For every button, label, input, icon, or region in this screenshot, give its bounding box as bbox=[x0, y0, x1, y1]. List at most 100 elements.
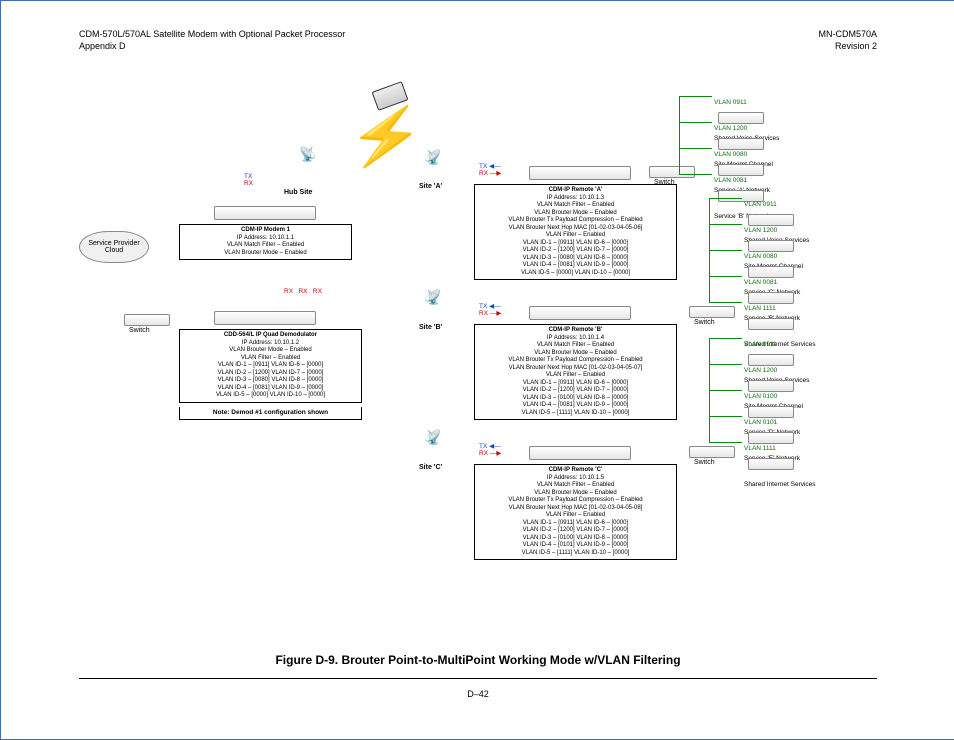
vlan-id: VLAN 0081 bbox=[744, 279, 777, 286]
hub-modem-device bbox=[214, 206, 316, 220]
tx-label: TX bbox=[479, 303, 487, 310]
remote-a-v4: VLAN ID-4 – [0081] VLAN ID-9 – [0000] bbox=[478, 262, 673, 270]
remote-a-filter: VLAN Filter – Enabled bbox=[478, 232, 673, 240]
rx-label: RX bbox=[284, 288, 293, 295]
remote-c-ip: IP Address: 10.10.1.5 bbox=[478, 475, 673, 483]
vlan-id: VLAN 0911 bbox=[714, 99, 747, 106]
remote-b-v1: VLAN ID-1 – [0911] VLAN ID-6 – [0000] bbox=[478, 380, 673, 388]
vlan-id: VLAN 0080 bbox=[714, 151, 747, 158]
vlan-id: VLAN 1200 bbox=[744, 367, 777, 374]
remote-a-comp: VLAN Brouter Tx Payload Compression – En… bbox=[478, 217, 673, 225]
remote-c-title: CDM-IP Remote 'C' bbox=[478, 467, 673, 475]
tx-label: TX bbox=[479, 443, 487, 450]
figure-caption: Figure D-9. Brouter Point-to-MultiPoint … bbox=[1, 653, 954, 667]
remote-b-v2: VLAN ID-2 – [1200] VLAN ID-7 – [0000] bbox=[478, 387, 673, 395]
doc-number: MN-CDM570A bbox=[818, 29, 877, 41]
remote-c-filter: VLAN Filter – Enabled bbox=[478, 512, 673, 520]
remote-c-brouter: VLAN Brouter Mode – Enabled bbox=[478, 490, 673, 498]
demod-v4: VLAN ID-4 – [0081] VLAN ID-9 – [0000] bbox=[183, 385, 358, 393]
remote-c-v4: VLAN ID-4 – [0101] VLAN ID-9 – [0000] bbox=[478, 542, 673, 550]
remote-b-brouter: VLAN Brouter Mode – Enabled bbox=[478, 350, 673, 358]
remote-a-ip: IP Address: 10.10.1.3 bbox=[478, 195, 673, 203]
rx-label: RX bbox=[479, 170, 488, 177]
vlan-id: VLAN 1200 bbox=[714, 125, 747, 132]
site-c-label: Site 'C' bbox=[419, 464, 442, 471]
demod-box: CDD-564/L IP Quad Demodulator IP Address… bbox=[179, 329, 362, 403]
vlan-id: VLAN 1111 bbox=[744, 305, 776, 312]
vlan-id: VLAN 1111 bbox=[744, 445, 776, 452]
vlan-device-icon bbox=[748, 318, 794, 330]
remote-b-device bbox=[529, 306, 631, 320]
modem1-box: CDM-IP Modem 1 IP Address: 10.10.1.1 VLA… bbox=[179, 224, 352, 260]
remote-c-v5: VLAN ID-5 – [1111] VLAN ID-10 – [0000] bbox=[478, 550, 673, 558]
modem1-brouter: VLAN Brouter Mode – Enabled bbox=[183, 250, 348, 258]
page: CDM-570L/570AL Satellite Modem with Opti… bbox=[0, 0, 954, 740]
demod-filter: VLAN Filter – Enabled bbox=[183, 355, 358, 363]
vlan-id: VLAN 0911 bbox=[744, 341, 777, 348]
cloud-label: Service Provider Cloud bbox=[88, 240, 139, 254]
page-header: CDM-570L/570AL Satellite Modem with Opti… bbox=[79, 29, 877, 52]
demod-brouter: VLAN Brouter Mode – Enabled bbox=[183, 347, 358, 355]
switch-a-device bbox=[649, 166, 695, 178]
remote-b-title: CDM-IP Remote 'B' bbox=[478, 327, 673, 335]
rx-label: RX bbox=[298, 288, 307, 295]
site-c-antenna-icon: 📡 bbox=[424, 429, 441, 446]
site-b-antenna-icon: 📡 bbox=[424, 289, 441, 306]
footer-rule bbox=[79, 678, 877, 679]
remote-a-v1: VLAN ID-1 – [0911] VLAN ID-6 – [0000] bbox=[478, 240, 673, 248]
page-number: D–42 bbox=[1, 689, 954, 699]
remote-a-brouter: VLAN Brouter Mode – Enabled bbox=[478, 210, 673, 218]
vlan-id: VLAN 0911 bbox=[744, 201, 777, 208]
remote-c-v2: VLAN ID-2 – [1200] VLAN ID-7 – [0000] bbox=[478, 527, 673, 535]
switch-b-device bbox=[689, 306, 735, 318]
remote-c-v3: VLAN ID-3 – [0100] VLAN ID-8 – [0000] bbox=[478, 535, 673, 543]
tx-label: TX bbox=[244, 173, 252, 180]
hub-site-label: Hub Site bbox=[284, 189, 312, 196]
rx-label: RX bbox=[313, 288, 322, 295]
vlan-id: VLAN 0100 bbox=[744, 393, 777, 400]
remote-c-comp: VLAN Brouter Tx Payload Compression – En… bbox=[478, 497, 673, 505]
modem1-filter: VLAN Match Filter – Enabled bbox=[183, 242, 348, 250]
vlan-id: VLAN 0101 bbox=[744, 419, 777, 426]
modem1-ip: IP Address: 10.10.1.1 bbox=[183, 235, 348, 243]
lightning-icon: ⚡ bbox=[346, 98, 427, 175]
remote-a-v3: VLAN ID-3 – [0080] VLAN ID-8 – [0000] bbox=[478, 255, 673, 263]
remote-b-mac: VLAN Brouter Next Hop MAC [01-02-03-04-0… bbox=[478, 365, 673, 373]
remote-b-box: CDM-IP Remote 'B' IP Address: 10.10.1.4 … bbox=[474, 324, 677, 420]
site-b-label: Site 'B' bbox=[419, 324, 442, 331]
rx-label: RX bbox=[244, 180, 253, 187]
demod-v3: VLAN ID-3 – [0080] VLAN ID-8 – [0000] bbox=[183, 377, 358, 385]
remote-a-match: VLAN Match Filter – Enabled bbox=[478, 202, 673, 210]
demod-device bbox=[214, 311, 316, 325]
provider-cloud: Service Provider Cloud bbox=[79, 231, 149, 263]
vlan-id: VLAN 1200 bbox=[744, 227, 777, 234]
hub-switch-device bbox=[124, 314, 170, 326]
remote-b-match: VLAN Match Filter – Enabled bbox=[478, 342, 673, 350]
switch-label: Switch bbox=[129, 327, 150, 334]
remote-c-v1: VLAN ID-1 – [0911] VLAN ID-6 – [0000] bbox=[478, 520, 673, 528]
switch-label: Switch bbox=[694, 459, 715, 466]
remote-a-box: CDM-IP Remote 'A' IP Address: 10.10.1.3 … bbox=[474, 184, 677, 280]
remote-a-v2: VLAN ID-2 – [1200] VLAN ID-7 – [0000] bbox=[478, 247, 673, 255]
revision: Revision 2 bbox=[818, 41, 877, 53]
rx-label: RX bbox=[479, 450, 488, 457]
remote-b-v4: VLAN ID-4 – [0081] VLAN ID-9 – [0000] bbox=[478, 402, 673, 410]
modem1-title: CDM-IP Modem 1 bbox=[183, 227, 348, 235]
remote-a-device bbox=[529, 166, 631, 180]
site-a-label: Site 'A' bbox=[419, 183, 442, 190]
tx-label: TX bbox=[479, 163, 487, 170]
hub-antenna-icon: 📡 bbox=[299, 146, 316, 163]
remote-b-ip: IP Address: 10.10.1.4 bbox=[478, 335, 673, 343]
site-a-antenna-icon: 📡 bbox=[424, 149, 441, 166]
remote-a-v5: VLAN ID-5 – [0000] VLAN ID-10 – [0000] bbox=[478, 270, 673, 278]
remote-c-mac: VLAN Brouter Next Hop MAC [01-02-03-04-0… bbox=[478, 505, 673, 513]
remote-c-device bbox=[529, 446, 631, 460]
demod-ip: IP Address: 10.10.1.2 bbox=[183, 340, 358, 348]
demod-title: CDD-564/L IP Quad Demodulator bbox=[183, 332, 358, 340]
remote-c-box: CDM-IP Remote 'C' IP Address: 10.10.1.5 … bbox=[474, 464, 677, 560]
demod-v1: VLAN ID-1 – [0911] VLAN ID-6 – [0000] bbox=[183, 362, 358, 370]
diagram-area: ⚡ Service Provider Cloud 📡 Hub Site TX R… bbox=[79, 81, 877, 609]
demod-note: Note: Demod #1 configuration shown bbox=[179, 407, 362, 420]
remote-b-comp: VLAN Brouter Tx Payload Compression – En… bbox=[478, 357, 673, 365]
doc-title: CDM-570L/570AL Satellite Modem with Opti… bbox=[79, 29, 345, 41]
